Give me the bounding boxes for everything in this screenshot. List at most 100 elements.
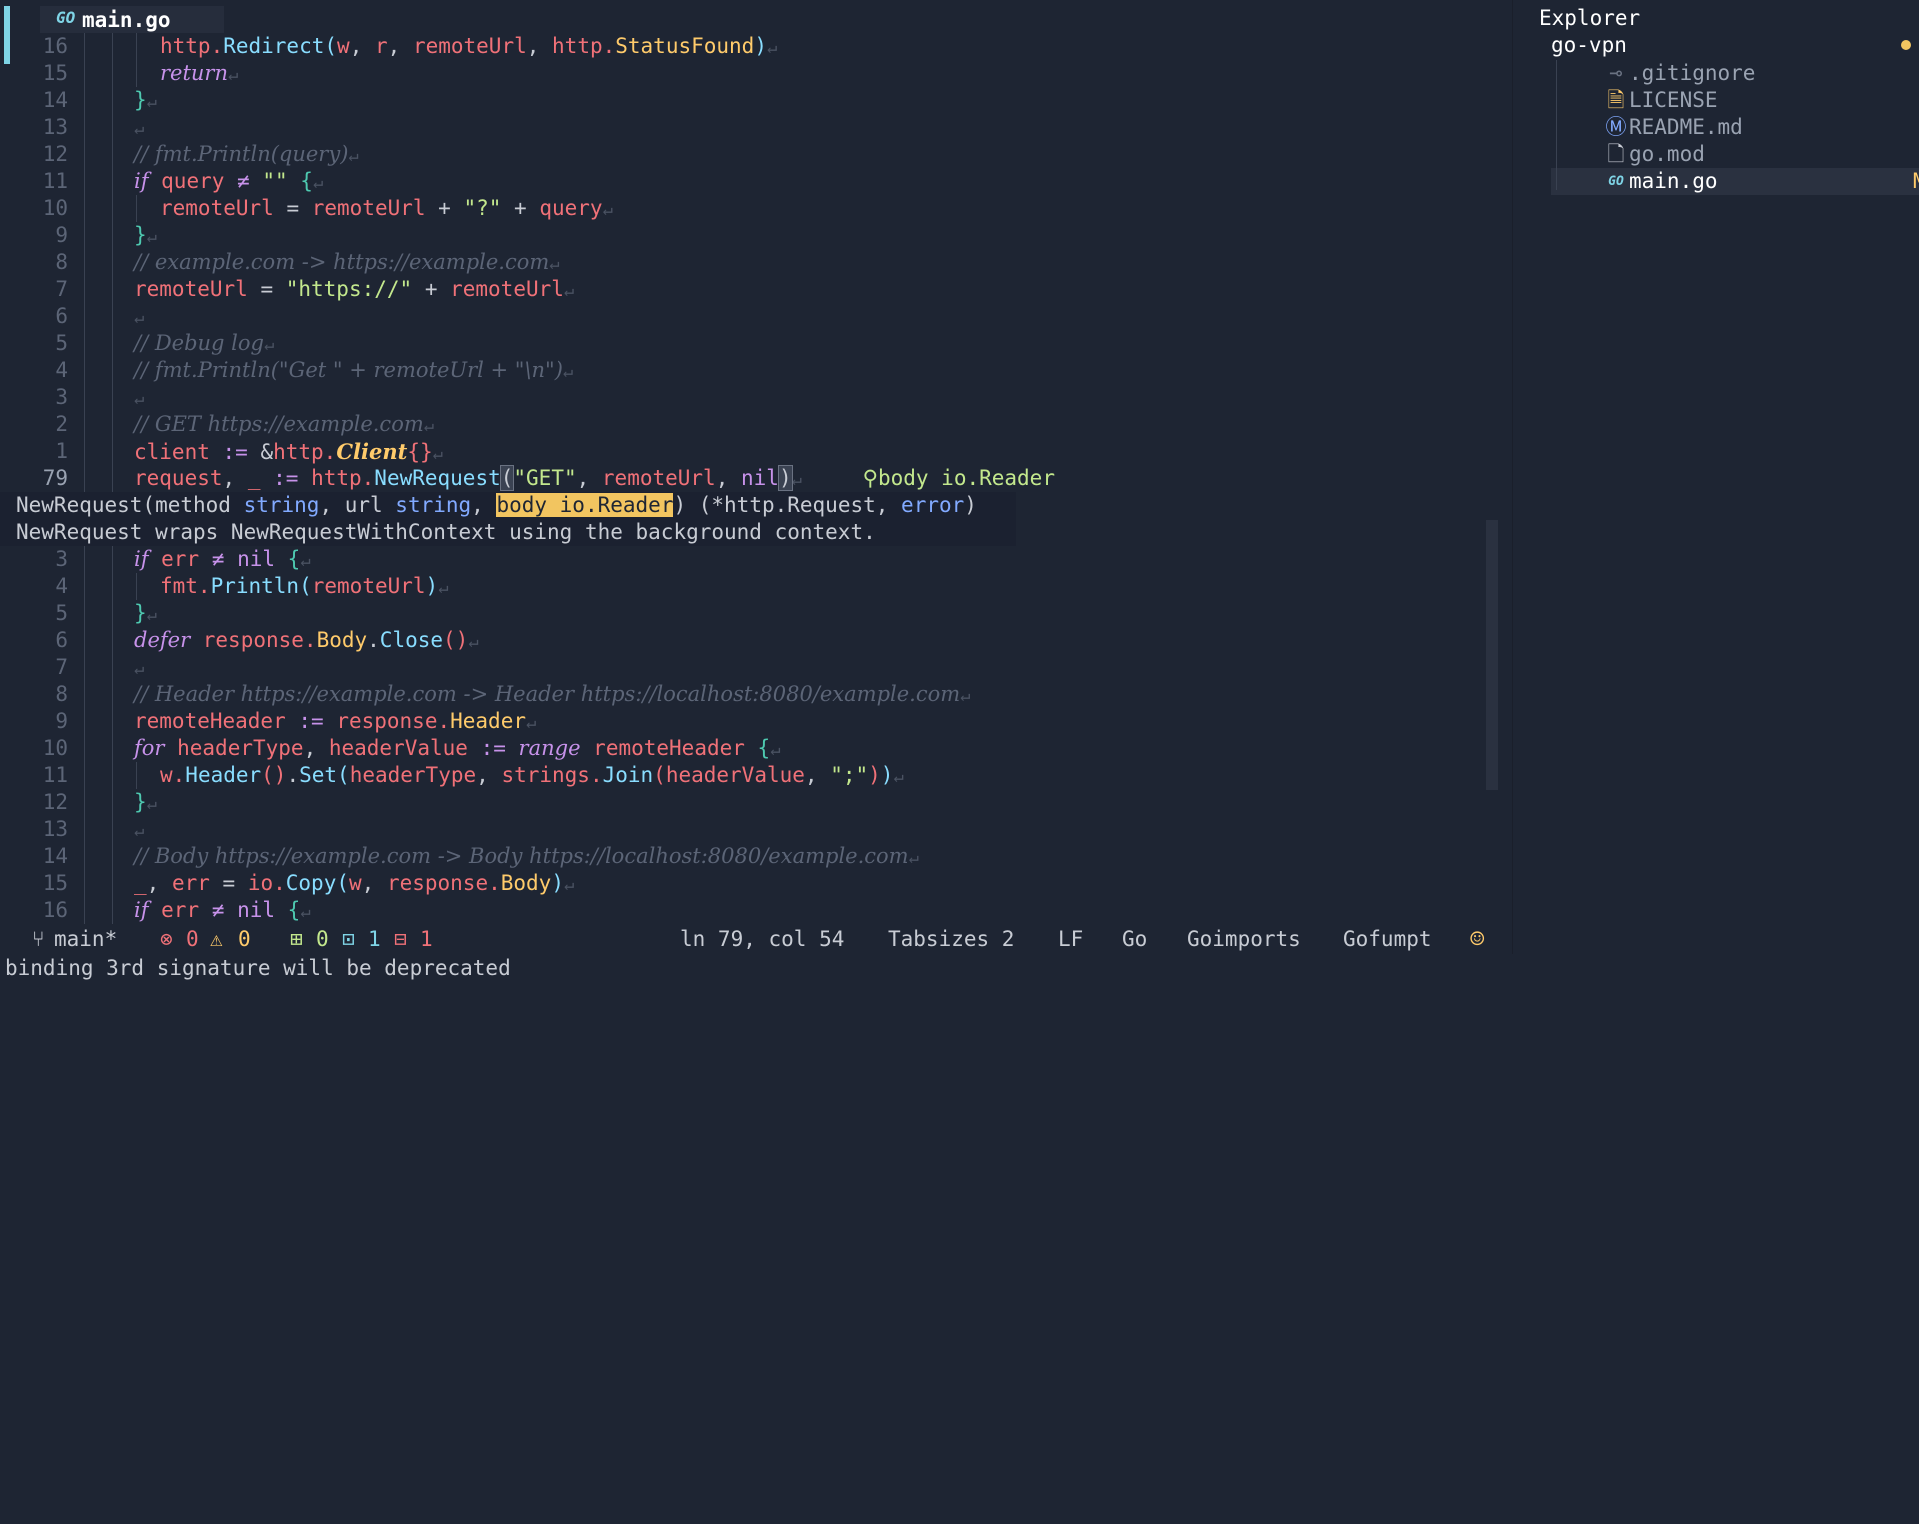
code-token: )	[754, 34, 767, 58]
indent-guide	[84, 870, 85, 897]
file-name: .gitignore	[1629, 61, 1756, 85]
indent-guide	[112, 573, 113, 600]
formatter-goimports[interactable]: Goimports	[1187, 924, 1301, 954]
code-line[interactable]: 3 ↵	[0, 384, 1512, 411]
code-line[interactable]: 10 for headerType, headerValue := range r…	[0, 735, 1512, 762]
indent-guide	[84, 114, 85, 141]
code-token: Println	[210, 574, 300, 598]
code-line[interactable]: 16 if err ≠ nil {↵	[0, 897, 1512, 924]
newline-marker: ↵	[563, 281, 575, 301]
code-line[interactable]: 11 w.Header().Set(headerType, strings.Joi…	[0, 762, 1512, 789]
indent-guide	[112, 843, 113, 870]
code-line[interactable]: 9}↵	[0, 222, 1512, 249]
warning-count[interactable]: 0	[238, 924, 251, 954]
code-line[interactable]: 6 ↵	[0, 303, 1512, 330]
code-line[interactable]: 10 remoteUrl = remoteUrl + "?" + query↵	[0, 195, 1512, 222]
code-line[interactable]: 12 // fmt.Println(query)↵	[0, 141, 1512, 168]
indent-guide	[84, 897, 85, 924]
file-item[interactable]: ⊸ .gitignore	[1551, 60, 1919, 87]
newline-marker: ↵	[134, 821, 145, 841]
language-mode[interactable]: Go	[1122, 924, 1147, 954]
code-line[interactable]: 14 // Body https://example.com -> Body ht…	[0, 843, 1512, 870]
indent-guide	[84, 195, 85, 222]
error-count[interactable]: 0	[186, 924, 199, 954]
code-content: // fmt.Println("Get " + remoteUrl + "\n"…	[134, 357, 573, 386]
code-token: // Body https://example.com -> Body http…	[134, 844, 909, 868]
code-token: +	[501, 196, 540, 220]
code-token: ,	[222, 466, 248, 490]
code-line[interactable]: 6 defer response.Body.Close()↵	[0, 627, 1512, 654]
code-token: nil	[237, 547, 275, 571]
code-token: http.	[160, 34, 224, 58]
code-line[interactable]: 3 if err ≠ nil {↵	[0, 546, 1512, 573]
code-content: remoteUrl = remoteUrl + "?" + query↵	[160, 195, 613, 224]
indent-guide	[112, 33, 113, 60]
code-line[interactable]: 8 // example.com -> https://example.com↵	[0, 249, 1512, 276]
code-token: request	[134, 466, 223, 490]
tab-size[interactable]: Tabsizes 2	[888, 924, 1014, 954]
file-item[interactable]: Ⓜ README.md	[1551, 114, 1919, 141]
code-line[interactable]: 4 // fmt.Println("Get " + remoteUrl + "\n…	[0, 357, 1512, 384]
code-line[interactable]: 13 ↵	[0, 816, 1512, 843]
code-token: )	[777, 465, 793, 491]
project-folder[interactable]: go-vpn	[1551, 33, 1627, 57]
code-line[interactable]: 5}↵	[0, 600, 1512, 627]
code-line[interactable]: 11 if query ≠ "" {↵	[0, 168, 1512, 195]
code-token: response.	[386, 871, 501, 895]
file-item[interactable]: 🗎 LICENSE	[1551, 87, 1919, 114]
formatter-gofumpt[interactable]: Gofumpt	[1343, 924, 1432, 954]
file-name: LICENSE	[1629, 88, 1718, 112]
code-token: =	[273, 196, 312, 220]
status-bar: ⑂ main* ⊗ 0 ⚠ 0 ⊞ 0 ⊡ 1 ⊟ 1 ln 79, col 5…	[0, 924, 1512, 954]
file-explorer: Explorer go-vpn ⊸ .gitignore 🗎 LICENSE Ⓜ READ…	[1512, 0, 1919, 954]
indent-guide	[136, 195, 137, 222]
code-line[interactable]: 14}↵	[0, 87, 1512, 114]
cursor-position[interactable]: ln 79, col 54	[680, 924, 844, 954]
file-item[interactable]: 🗋 go.mod	[1551, 141, 1919, 168]
line-ending[interactable]: LF	[1058, 924, 1083, 954]
code-token: +	[412, 277, 451, 301]
code-line[interactable]: 13 ↵	[0, 114, 1512, 141]
smiley-icon[interactable]: ☺	[1470, 924, 1484, 954]
code-token: err	[161, 547, 200, 571]
indent-guide	[84, 330, 85, 357]
lightbulb-icon[interactable]: ⚲	[863, 466, 878, 490]
code-line[interactable]: 2 // GET https://example.com↵	[0, 411, 1512, 438]
scrollbar[interactable]	[1486, 520, 1498, 790]
code-line[interactable]: 8 // Header https://example.com -> Header…	[0, 681, 1512, 708]
code-line[interactable]: 12}↵	[0, 789, 1512, 816]
code-token: defer	[134, 628, 191, 652]
command-line[interactable]: binding 3rd signature will be deprecated	[0, 954, 1919, 983]
code-line[interactable]: 15 return↵	[0, 60, 1512, 87]
file-item[interactable]: GO main.go M	[1551, 168, 1919, 195]
code-line[interactable]: 4 fmt.Println(remoteUrl)↵	[0, 573, 1512, 600]
line-number: 15	[42, 871, 68, 895]
tab-main-go[interactable]: GO main.go	[40, 6, 224, 33]
code-line[interactable]: 7 ↵	[0, 654, 1512, 681]
code-line[interactable]: 15 _, err = io.Copy(w, response.Body)↵	[0, 870, 1512, 897]
code-token: ()	[443, 628, 469, 652]
code-token: if	[134, 547, 149, 571]
go-icon: GO	[1608, 174, 1624, 189]
code-line[interactable]: 79 request, _ := http.NewRequest("GET", r…	[0, 465, 1512, 492]
line-number: 13	[42, 115, 68, 139]
code-line[interactable]: 7 remoteUrl = "https://" + remoteUrl↵	[0, 276, 1512, 303]
code-token: &	[247, 440, 274, 464]
code-line[interactable]: 5 // Debug log↵	[0, 330, 1512, 357]
indent-guide	[112, 546, 113, 573]
editor-pane[interactable]: GO main.go 16 http.Redirect(w, r, remoteU…	[0, 0, 1512, 924]
code-content: // Debug log↵	[134, 330, 274, 359]
code-line[interactable]: 1 client := &http.Client{}↵	[0, 438, 1512, 465]
code-line[interactable]: 9 remoteHeader := response.Header↵	[0, 708, 1512, 735]
indent-guide	[112, 411, 113, 438]
code-token: if	[134, 169, 149, 193]
indent-guide	[84, 762, 85, 789]
code-line[interactable]: 16 http.Redirect(w, r, remoteUrl, http.St…	[0, 33, 1512, 60]
git-branch[interactable]: main*	[54, 924, 117, 954]
tab-label: main.go	[82, 8, 171, 32]
code-token: }	[134, 88, 147, 112]
